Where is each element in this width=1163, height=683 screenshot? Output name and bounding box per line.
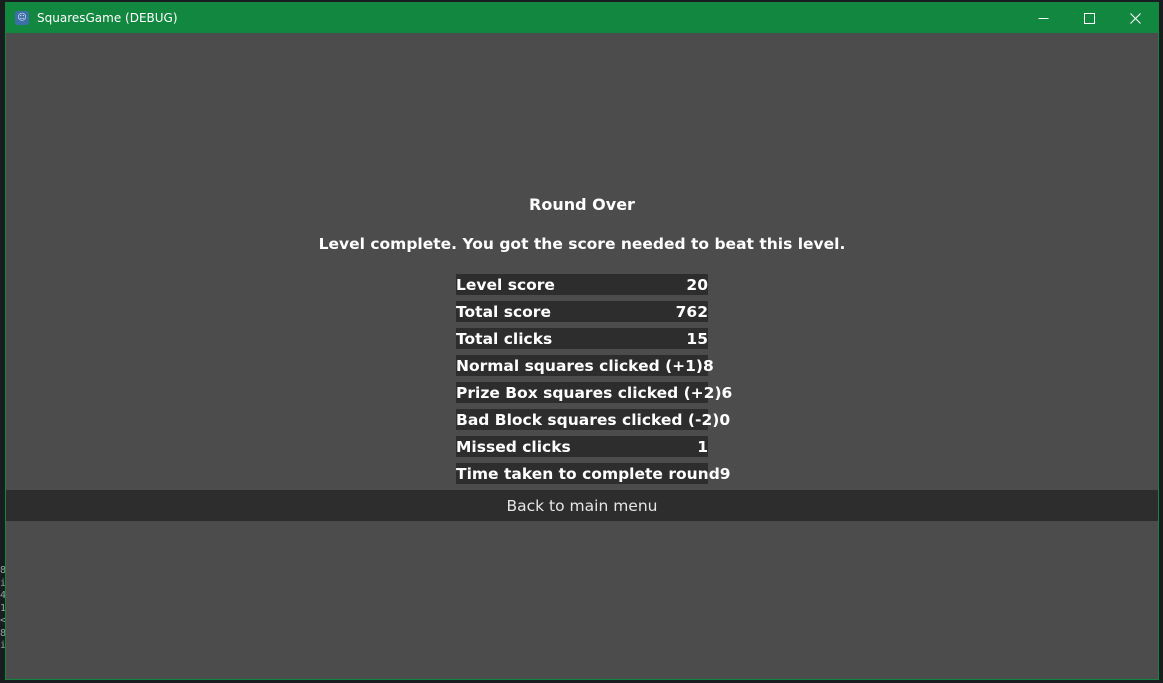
stat-label: Normal squares clicked (+1) bbox=[456, 356, 704, 375]
stat-label: Level score bbox=[456, 275, 555, 294]
close-button[interactable] bbox=[1112, 3, 1158, 33]
stat-value: 6 bbox=[721, 383, 733, 402]
title-bar[interactable]: ☺ SquaresGame (DEBUG) bbox=[6, 3, 1158, 33]
stat-value: 8 bbox=[703, 356, 714, 375]
godot-app-icon: ☺ bbox=[15, 11, 29, 25]
window-controls bbox=[1020, 3, 1158, 33]
stat-row-total-clicks: Total clicks 15 bbox=[456, 328, 708, 349]
back-to-main-menu-button[interactable]: Back to main menu bbox=[6, 490, 1158, 521]
stat-row-normal-squares: Normal squares clicked (+1) 8 bbox=[456, 355, 714, 376]
stat-value: 762 bbox=[675, 302, 708, 321]
minimize-button[interactable] bbox=[1020, 3, 1066, 33]
window-title: SquaresGame (DEBUG) bbox=[37, 11, 178, 25]
stat-label: Time taken to complete round bbox=[456, 464, 720, 483]
maximize-icon bbox=[1083, 12, 1095, 24]
stat-value: 1 bbox=[697, 437, 708, 456]
stat-label: Bad Block squares clicked (-2) bbox=[456, 410, 720, 429]
round-over-heading: Round Over bbox=[529, 195, 635, 214]
minimize-icon bbox=[1038, 17, 1048, 19]
maximize-button[interactable] bbox=[1066, 3, 1112, 33]
stat-row-total-score: Total score 762 bbox=[456, 301, 708, 322]
game-content: Round Over Level complete. You got the s… bbox=[6, 33, 1158, 679]
stat-row-prize-box-squares: Prize Box squares clicked (+2) 6 bbox=[456, 382, 732, 403]
stats-panel: Level score 20 Total score 762 Total cli… bbox=[456, 274, 732, 490]
stat-row-time-taken: Time taken to complete round 9 bbox=[456, 463, 731, 484]
stat-value: 15 bbox=[686, 329, 708, 348]
stat-label: Missed clicks bbox=[456, 437, 571, 456]
stat-label: Total score bbox=[456, 302, 551, 321]
stat-row-level-score: Level score 20 bbox=[456, 274, 708, 295]
stat-label: Prize Box squares clicked (+2) bbox=[456, 383, 722, 402]
stat-value: 20 bbox=[686, 275, 708, 294]
stat-label: Total clicks bbox=[456, 329, 553, 348]
stat-value: 9 bbox=[719, 464, 731, 483]
game-window: ☺ SquaresGame (DEBUG) Round Over Level c… bbox=[5, 2, 1159, 680]
stat-row-missed-clicks: Missed clicks 1 bbox=[456, 436, 708, 457]
stat-row-bad-block-squares: Bad Block squares clicked (-2) 0 bbox=[456, 409, 730, 430]
level-complete-message: Level complete. You got the score needed… bbox=[318, 235, 846, 253]
close-icon bbox=[1129, 12, 1141, 24]
stat-value: 0 bbox=[719, 410, 731, 429]
